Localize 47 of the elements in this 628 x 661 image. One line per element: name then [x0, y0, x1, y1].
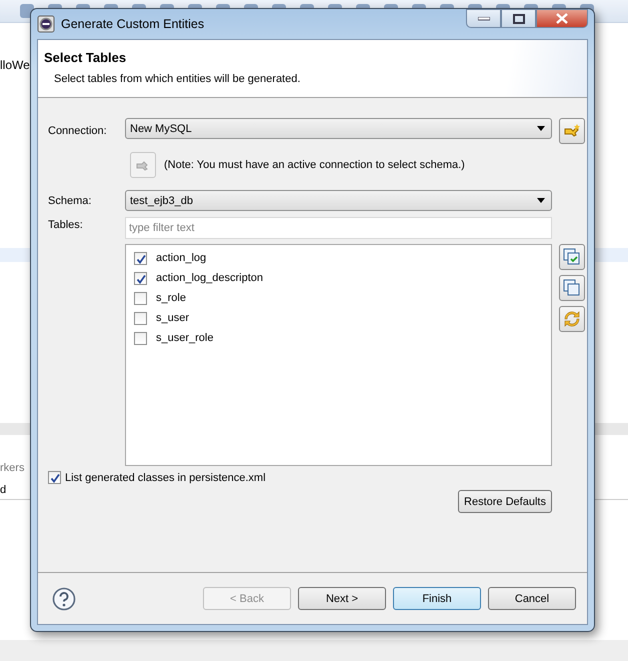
maximize-button[interactable]: [501, 9, 536, 28]
deselect-all-button[interactable]: [559, 275, 585, 301]
filter-field[interactable]: type filter text: [125, 217, 552, 239]
wizard-button[interactable]: Next >: [298, 587, 386, 610]
refresh-button[interactable]: [559, 306, 585, 332]
table-checkbox[interactable]: [134, 272, 147, 284]
table-name[interactable]: action_log: [156, 252, 206, 264]
wizard-button[interactable]: Cancel: [488, 587, 576, 610]
select-all-icon: [563, 248, 581, 266]
schema-dropdown[interactable]: test_ejb3_db: [125, 190, 552, 211]
restore-defaults-button[interactable]: Restore Defaults: [458, 490, 552, 513]
caret-icon: [537, 126, 545, 131]
table-name[interactable]: s_role: [156, 292, 186, 304]
select-all-button[interactable]: [559, 244, 585, 270]
toolbar-icon[interactable]: [20, 4, 34, 18]
connect-button[interactable]: [559, 118, 585, 144]
minimize-icon: [478, 16, 490, 20]
table-name[interactable]: s_user_role: [156, 332, 214, 344]
persistence-label[interactable]: List generated classes in persistence.xml: [65, 472, 266, 484]
table-checkbox[interactable]: [134, 252, 147, 264]
table-checkbox[interactable]: [134, 312, 147, 324]
table-name[interactable]: s_user: [156, 312, 190, 324]
close-icon: [556, 13, 568, 24]
table-checkbox[interactable]: [134, 332, 147, 344]
minimize-button[interactable]: [466, 9, 501, 28]
note-text: (Note: You must have an active connection to select schema.): [164, 159, 465, 171]
connection-dropdown[interactable]: New MySQL: [125, 118, 552, 139]
deselect-all-icon: [563, 279, 581, 297]
table-checkbox[interactable]: [134, 292, 147, 304]
view-row-text: d: [0, 484, 6, 496]
view-tab[interactable]: rkers: [0, 462, 24, 474]
table-name[interactable]: action_log_descripton: [156, 272, 264, 284]
connection-label: Connection:: [48, 125, 108, 137]
window-title: Generate Custom Entities: [61, 17, 204, 31]
page-description: Select tables from which entities will be generated.: [54, 73, 302, 85]
help-icon[interactable]: [52, 586, 76, 610]
persistence-checkbox[interactable]: [48, 471, 61, 484]
tables-label: Tables:: [48, 219, 84, 231]
close-button[interactable]: [536, 9, 588, 28]
schema-label: Schema:: [48, 194, 92, 206]
refresh-icon: [563, 310, 581, 328]
maximize-icon: [512, 14, 524, 24]
caret-icon: [537, 198, 545, 203]
wizard-button[interactable]: Finish: [393, 587, 481, 610]
app-icon: [37, 15, 55, 33]
editor-tab[interactable]: lloWe: [0, 58, 30, 72]
page-title: Select Tables: [44, 50, 128, 65]
